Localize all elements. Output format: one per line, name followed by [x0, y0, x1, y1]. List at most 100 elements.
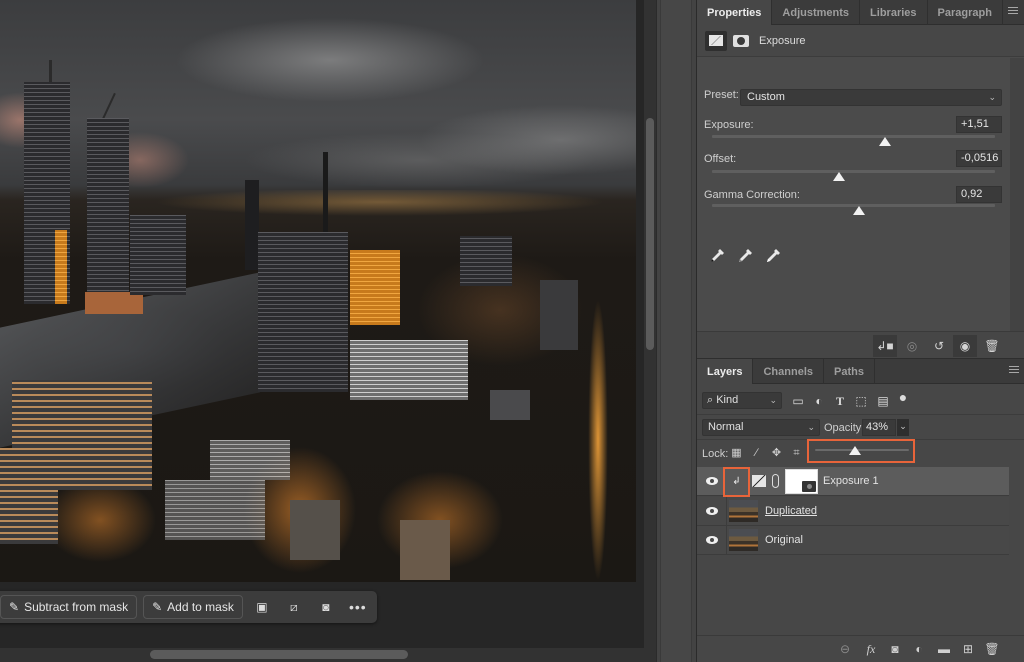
canvas-horizontal-scroll-thumb[interactable]: [150, 650, 408, 659]
exposure-controls: Preset: Custom ⌄ Exposure: +1,51 Offset:…: [697, 58, 1011, 356]
search-icon: ⌕: [707, 394, 717, 406]
panel-menu-icon[interactable]: [1008, 7, 1018, 16]
tab-paragraph[interactable]: Paragraph: [928, 0, 1003, 25]
invert-mask-button[interactable]: ◙: [313, 595, 339, 619]
chevron-down-icon: ⌄: [807, 422, 815, 432]
type-layer-filter-icon[interactable]: T: [833, 395, 847, 407]
layer-row-exposure-1[interactable]: ↲ Exposure 1: [697, 467, 1009, 497]
smart-object-filter-icon[interactable]: ▤: [876, 395, 890, 407]
subtract-from-mask-button[interactable]: ✎ Subtract from mask: [0, 595, 138, 619]
tab-paths[interactable]: Paths: [824, 359, 875, 384]
opacity-slider-track[interactable]: [815, 449, 909, 451]
fx-icon[interactable]: fx: [863, 641, 879, 657]
layer-mask-thumbnail[interactable]: [785, 469, 818, 494]
tab-adjustments[interactable]: Adjustments: [772, 0, 861, 25]
offset-slider-thumb[interactable]: [833, 172, 846, 181]
building: [490, 390, 530, 420]
layer-thumbnail[interactable]: [729, 529, 758, 551]
link-layers-icon[interactable]: ⊖: [837, 641, 853, 657]
lit-hotel: [350, 250, 400, 325]
properties-title: Exposure: [759, 34, 806, 47]
offset-slider-track[interactable]: [712, 170, 995, 173]
view-previous-state-button[interactable]: ◎: [900, 335, 924, 357]
exposure-slider-thumb[interactable]: [878, 137, 891, 146]
city-night-photo[interactable]: [0, 0, 636, 582]
preset-label: Preset:: [704, 89, 739, 101]
new-group-icon[interactable]: ▬: [936, 641, 952, 657]
exposure-slider-track[interactable]: [712, 135, 995, 138]
disable-mask-button[interactable]: ⧄: [281, 595, 307, 619]
document-canvas-area: ✎ Subtract from mask ✎ Add to mask ▣ ⧄ ◙…: [0, 0, 656, 662]
contextual-task-bar: ✎ Subtract from mask ✎ Add to mask ▣ ⧄ ◙…: [0, 591, 377, 623]
new-layer-icon[interactable]: ⊞: [960, 641, 976, 657]
visibility-eye-icon[interactable]: [706, 536, 718, 544]
lock-position-icon[interactable]: ✥: [770, 447, 783, 460]
lock-transparent-pixels-icon[interactable]: ▦: [730, 447, 743, 460]
tower-building: [258, 232, 348, 392]
properties-scroll-gutter: [1010, 58, 1024, 356]
clip-to-layer-button[interactable]: ↲■: [873, 335, 897, 357]
layer-name[interactable]: Exposure 1: [823, 475, 879, 487]
more-options-button[interactable]: •••: [345, 595, 371, 619]
filter-toggle-icon[interactable]: ●: [896, 390, 910, 404]
opacity-dropdown-button[interactable]: ⌄: [897, 419, 909, 436]
more-icon: •••: [349, 599, 367, 615]
gamma-slider-thumb[interactable]: [853, 206, 866, 215]
blend-mode-dropdown[interactable]: Normal ⌄: [702, 419, 820, 436]
add-mask-icon[interactable]: ◙: [887, 641, 903, 657]
panel-menu-icon[interactable]: [1009, 366, 1019, 375]
exposure-input[interactable]: +1,51: [956, 116, 1002, 133]
new-adjustment-layer-icon[interactable]: ◐: [911, 641, 927, 657]
tab-properties[interactable]: Properties: [697, 0, 773, 25]
white-point-eyedropper-icon[interactable]: [765, 248, 781, 264]
tab-channels[interactable]: Channels: [753, 359, 824, 384]
building: [210, 440, 290, 480]
layer-name[interactable]: Duplicated: [765, 505, 817, 517]
opacity-input[interactable]: 43%: [862, 419, 896, 436]
opacity-slider-thumb[interactable]: [849, 446, 862, 455]
layers-panel: Layers Channels Paths ⌕ Kind ⌄ ▭ ◐ T ⬚ ▤…: [697, 359, 1024, 662]
toggle-visibility-button[interactable]: ◉: [953, 335, 977, 357]
right-panel-dock: Properties Adjustments Libraries Paragra…: [696, 0, 1024, 662]
visibility-eye-icon[interactable]: [706, 507, 718, 515]
offset-label: Offset:: [704, 153, 737, 165]
tab-label: Paths: [834, 365, 864, 378]
exposure-adjustment-thumbnail[interactable]: [752, 475, 766, 487]
adjustment-layer-filter-icon[interactable]: ◐: [812, 395, 826, 407]
layer-row-original[interactable]: Original: [697, 526, 1009, 555]
visibility-eye-icon[interactable]: [706, 477, 718, 485]
layer-mask-icon[interactable]: [733, 34, 749, 47]
gamma-correction-input[interactable]: 0,92: [956, 186, 1002, 203]
trash-icon[interactable]: 🗑: [984, 641, 1000, 657]
tab-label: Libraries: [870, 6, 917, 19]
offset-input[interactable]: -0,0516: [956, 150, 1002, 167]
lock-artboard-icon[interactable]: ⌗: [790, 447, 803, 460]
gray-point-eyedropper-icon[interactable]: [737, 248, 753, 264]
mask-options-button[interactable]: ▣: [249, 595, 275, 619]
properties-footer: ↲■ ◎ ↺ ◉ 🗑: [697, 331, 1024, 359]
exposure-adjustment-icon[interactable]: [705, 30, 727, 51]
layer-thumbnail[interactable]: [729, 500, 758, 522]
subtract-from-mask-label: Subtract from mask: [24, 600, 129, 614]
mask-link-icon[interactable]: [772, 474, 779, 488]
building: [400, 520, 450, 580]
layer-name[interactable]: Original: [765, 534, 803, 546]
canvas-vertical-scroll-thumb[interactable]: [646, 118, 654, 350]
tab-libraries[interactable]: Libraries: [860, 0, 928, 25]
shape-layer-filter-icon[interactable]: ⬚: [854, 395, 868, 407]
black-point-eyedropper-icon[interactable]: [709, 248, 725, 264]
layer-row-duplicated[interactable]: Duplicated: [697, 497, 1009, 526]
reset-button[interactable]: ↺: [927, 335, 951, 357]
layers-footer: ⊖ fx ◙ ◐ ▬ ⊞ 🗑: [697, 635, 1024, 662]
pixel-layer-filter-icon[interactable]: ▭: [791, 395, 805, 407]
building: [290, 500, 340, 560]
add-to-mask-button[interactable]: ✎ Add to mask: [143, 595, 243, 619]
preset-dropdown[interactable]: Custom ⌄: [740, 89, 1002, 106]
filter-kind-value: Kind: [716, 394, 739, 406]
lock-image-pixels-icon[interactable]: ∕: [750, 447, 763, 460]
opacity-slider-popup: [807, 439, 915, 463]
brush-plus-icon: ✎: [152, 600, 163, 614]
tab-layers[interactable]: Layers: [697, 359, 754, 384]
filter-kind-dropdown[interactable]: ⌕ Kind ⌄: [702, 392, 782, 409]
delete-adjustment-button[interactable]: 🗑: [980, 335, 1004, 357]
